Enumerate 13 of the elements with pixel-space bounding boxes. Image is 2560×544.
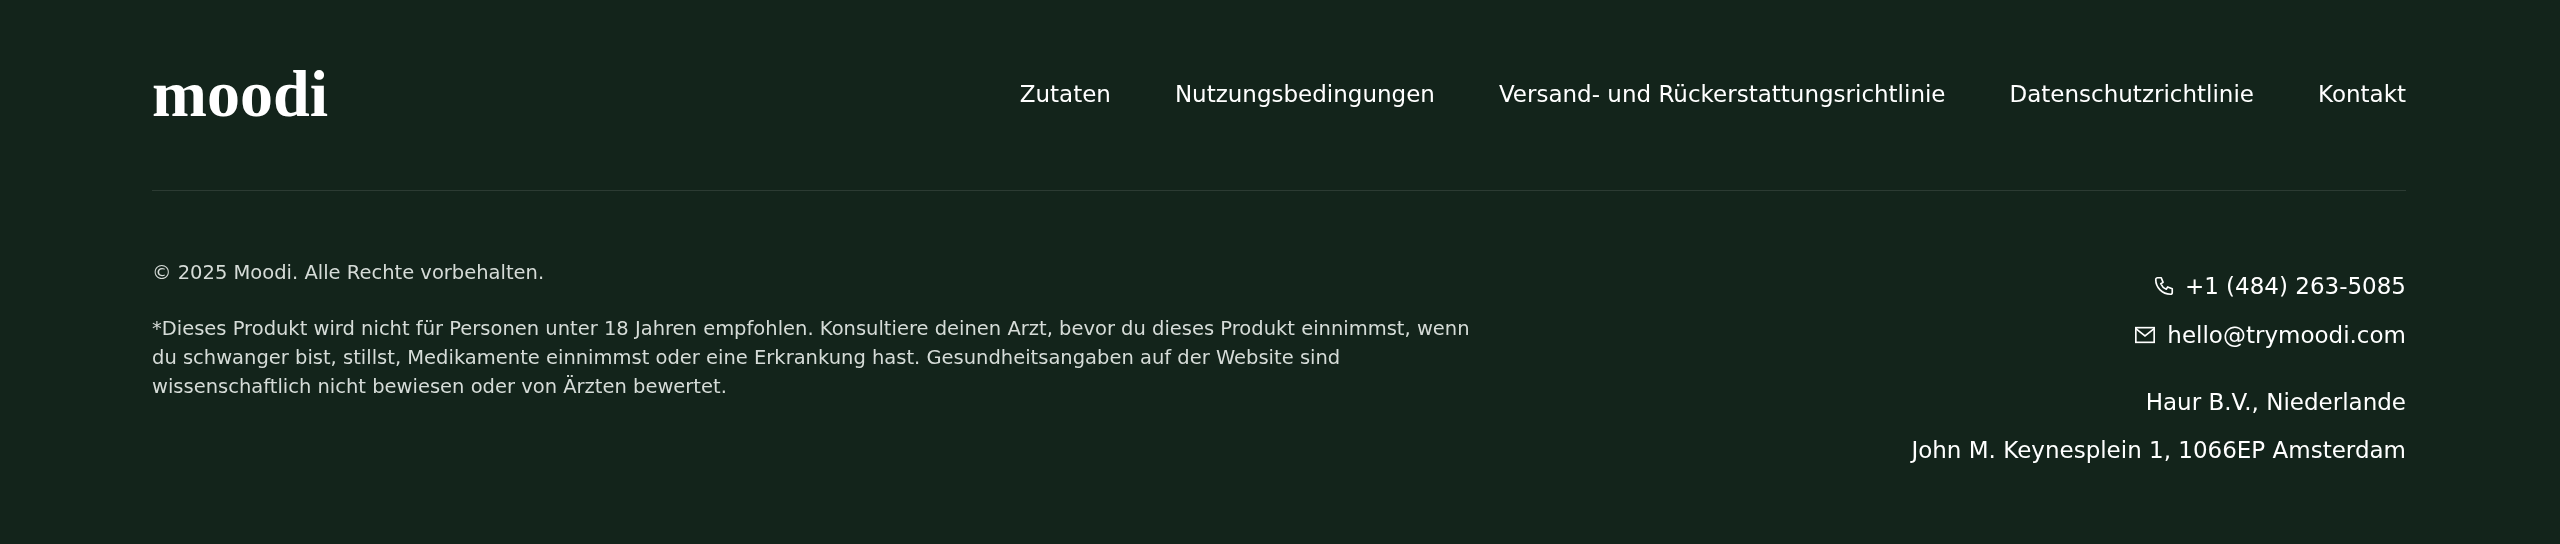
- contact-link[interactable]: +1 (484) 263-5085: [2184, 272, 2406, 299]
- nav-link[interactable]: Nutzungsbedingungen: [1174, 81, 1435, 107]
- logo[interactable]: moodi: [152, 61, 329, 127]
- nav-link[interactable]: Versand- und Rückerstattungsrichtlinie: [1498, 81, 1946, 107]
- copyright-text: © 2025 Moodi. Alle Rechte vorbehalten.: [152, 261, 546, 284]
- address-text: Haur B.V., Niederlande: [2145, 389, 2406, 417]
- contact-link[interactable]: hello@trymoodi.com: [2167, 321, 2406, 348]
- phone-icon: [2152, 274, 2175, 297]
- nav-link[interactable]: Zutaten: [1019, 81, 1111, 107]
- nav-link[interactable]: Kontakt: [2317, 81, 2406, 107]
- nav-link[interactable]: Datenschutzrichtlinie: [2009, 81, 2254, 107]
- address-text: John M. Keynesplein 1, 1066EP Amsterdam: [1911, 437, 2406, 465]
- disclaimer-text: *Dieses Produkt wird nicht für Personen unter 18 Jahren empfohlen. Konsultiere deinen Arzt, bevor du dieses Produkt einnimmst, wenn du schwanger bist, stillst, Medikamente einnimmst oder eine Erkrankung hast. Gesundheitsangaben auf der Website sind wissenschaftlich nicht bewiesen oder von Ärzten bewertet.: [152, 316, 1471, 400]
